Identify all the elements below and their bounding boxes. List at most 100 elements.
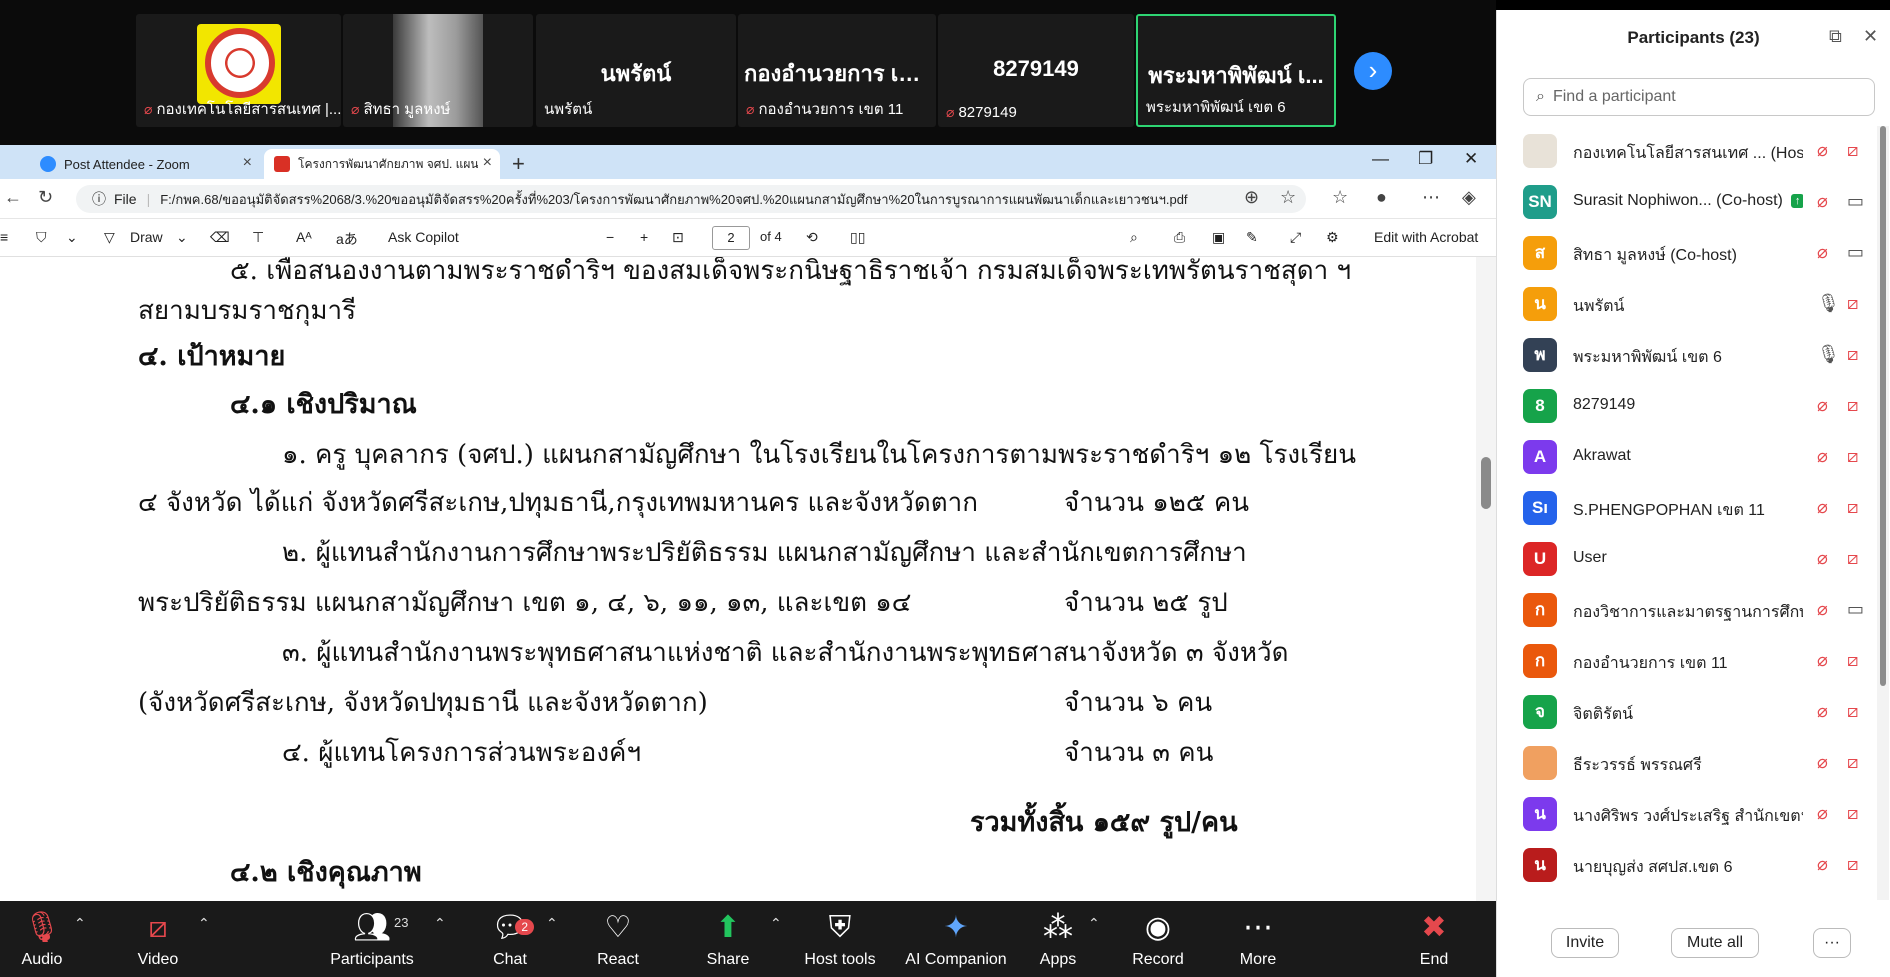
camera-off-icon[interactable]: ⧄ — [1847, 293, 1858, 314]
record-button[interactable]: ◉ Record — [1110, 909, 1206, 969]
chat-button[interactable]: 💬︎ 2 Chat — [462, 909, 558, 969]
participant-row[interactable]: ก กองอำนวยการ เขต 11 ⌀ ⧄ — [1497, 636, 1877, 687]
eraser-icon[interactable]: ⌫ — [210, 229, 230, 246]
camera-off-icon[interactable]: ⧄ — [1847, 803, 1858, 824]
zoom-in-button[interactable]: + — [640, 229, 648, 245]
tab-zoom[interactable]: Post Attendee - Zoom × — [30, 149, 260, 179]
menu-icon[interactable]: ≡ — [0, 229, 8, 245]
camera-off-icon[interactable]: ⧄ — [1847, 446, 1858, 467]
participant-row[interactable]: น นายบุญส่ง สศปส.เขต 6 ⌀ ⧄ — [1497, 840, 1877, 891]
mic-muted-icon[interactable]: ⌀ — [1817, 599, 1828, 620]
close-icon[interactable]: × — [483, 154, 492, 172]
chevron-up-icon[interactable]: ⌃ — [770, 915, 782, 932]
fit-page-icon[interactable]: ⊡ — [672, 229, 684, 246]
end-button[interactable]: ✖ End — [1386, 909, 1482, 969]
participant-row[interactable]: ก กองวิชาการและมาตรฐานการศึกษา ⌀ ▭ — [1497, 585, 1877, 636]
video-tile[interactable]: 8279149 ⌀ 8279149 — [938, 14, 1134, 127]
rotate-icon[interactable]: ⟲ — [806, 229, 818, 246]
chevron-up-icon[interactable]: ⌃ — [546, 915, 558, 932]
copilot-icon[interactable]: ◈ — [1462, 187, 1476, 208]
star-icon[interactable]: ☆ — [1280, 187, 1296, 208]
new-tab-icon[interactable]: + — [512, 151, 525, 177]
chevron-up-icon[interactable]: ⌃ — [74, 915, 86, 932]
mic-muted-icon[interactable]: ⌀ — [1817, 701, 1828, 722]
mic-muted-icon[interactable]: ⌀ — [1817, 191, 1828, 212]
camera-icon[interactable]: ▭ — [1847, 242, 1864, 263]
zoom-icon[interactable]: ⊕ — [1244, 187, 1259, 208]
host-tools-button[interactable]: ⛨ Host tools — [792, 909, 888, 969]
camera-off-icon[interactable]: ⧄ — [1847, 854, 1858, 875]
invite-button[interactable]: Invite — [1551, 928, 1619, 958]
menu-icon[interactable]: ⋯ — [1422, 187, 1440, 208]
video-tile-active-speaker[interactable]: พระมหาพิพัฒน์ เ... พระมหาพิพัฒน์ เขต 6 — [1136, 14, 1336, 127]
settings-icon[interactable]: ⚙ — [1326, 229, 1339, 246]
participant-row[interactable]: จ จิตติรัตน์ ⌀ ⧄ — [1497, 687, 1877, 738]
mic-muted-icon[interactable]: ⌀ — [1817, 752, 1828, 773]
back-icon[interactable]: ← — [4, 187, 22, 208]
profile-icon[interactable]: ● — [1376, 187, 1387, 208]
camera-off-icon[interactable]: ⧄ — [1847, 497, 1858, 518]
participant-row[interactable]: กองเทคโนโลยีสารสนเทศ ... (Host, me) ⌀ ⧄ — [1497, 126, 1877, 177]
mic-muted-icon[interactable]: ⌀ — [1817, 497, 1828, 518]
scroll-thumb[interactable] — [1880, 126, 1886, 686]
mic-muted-icon[interactable]: ⌀ — [1817, 854, 1828, 875]
video-button[interactable]: ⧄ Video — [110, 909, 206, 969]
fullscreen-icon[interactable]: ⤢ — [1290, 229, 1301, 246]
highlight-icon[interactable]: ⛉ — [36, 229, 47, 246]
mic-muted-icon[interactable]: ⌀ — [1817, 395, 1828, 416]
participant-row[interactable]: ธีระวรรธ์ พรรณศรี ⌀ ⧄ — [1497, 738, 1877, 789]
minimize-icon[interactable]: — — [1372, 149, 1389, 169]
camera-off-icon[interactable]: ⧄ — [1847, 650, 1858, 671]
page-view-icon[interactable]: ▯▯ — [850, 229, 865, 246]
participant-list-scrollbar[interactable] — [1877, 126, 1889, 900]
video-tile[interactable]: ⌀ สิทธา มูลหงษ์ — [343, 14, 533, 127]
camera-off-icon[interactable]: ⧄ — [1847, 344, 1858, 365]
save-icon[interactable]: ▣ — [1212, 229, 1225, 246]
more-button[interactable]: ⋯ More — [1210, 909, 1306, 969]
page-number-input[interactable]: 2 — [712, 226, 750, 250]
print-icon[interactable]: ⎙ — [1174, 229, 1185, 246]
mic-icon[interactable]: 🎙︎ — [1817, 293, 1840, 314]
participant-row[interactable]: พ พระมหาพิพัฒน์ เขต 6 🎙︎ ⧄ — [1497, 330, 1877, 381]
close-icon[interactable]: ✕ — [1863, 26, 1878, 47]
ai-companion-button[interactable]: ✦ AI Companion — [900, 909, 1012, 969]
react-button[interactable]: ♡ React — [570, 909, 666, 969]
chevron-up-icon[interactable]: ⌃ — [1088, 915, 1100, 932]
refresh-icon[interactable]: ↻ — [38, 187, 53, 208]
camera-off-icon[interactable]: ⧄ — [1847, 548, 1858, 569]
text-box-icon[interactable]: ⊤ — [252, 229, 264, 246]
share-button[interactable]: ⬆ Share — [680, 909, 776, 969]
edit-with-acrobat-button[interactable]: Edit with Acrobat — [1374, 229, 1478, 245]
chevron-down-icon[interactable]: ⌄ — [66, 229, 78, 246]
camera-icon[interactable]: ▭ — [1847, 599, 1864, 620]
maximize-icon[interactable]: ❐ — [1418, 149, 1433, 169]
pop-out-icon[interactable]: ⧉ — [1829, 26, 1842, 47]
mic-muted-icon[interactable]: ⌀ — [1817, 803, 1828, 824]
chevron-up-icon[interactable]: ⌃ — [434, 915, 446, 932]
mic-muted-icon[interactable]: ⌀ — [1817, 446, 1828, 467]
participant-row[interactable]: 8 8279149 ⌀ ⧄ — [1497, 381, 1877, 432]
sign-icon[interactable]: ✎ — [1246, 229, 1258, 246]
scroll-thumb[interactable] — [1481, 457, 1491, 509]
draw-icon[interactable]: ▽ — [104, 229, 115, 246]
chevron-down-icon[interactable]: ⌄ — [176, 229, 188, 246]
participant-row[interactable]: A Akrawat ⌀ ⧄ — [1497, 432, 1877, 483]
close-window-icon[interactable]: ✕ — [1464, 149, 1478, 169]
participant-row[interactable]: ส สิทธา มูลหงษ์ (Co-host) ⌀ ▭ — [1497, 228, 1877, 279]
participant-row[interactable]: U User ⌀ ⧄ — [1497, 534, 1877, 585]
participant-row[interactable]: น นพรัตน์ 🎙︎ ⧄ — [1497, 279, 1877, 330]
camera-off-icon[interactable]: ⧄ — [1847, 752, 1858, 773]
zoom-out-button[interactable]: − — [606, 229, 614, 245]
mic-icon[interactable]: 🎙︎ — [1817, 344, 1840, 365]
tab-pdf[interactable]: โครงการพัฒนาศักยภาพ จศป. แผนกส × — [264, 149, 500, 179]
mic-muted-icon[interactable]: ⌀ — [1817, 140, 1828, 161]
document-scrollbar[interactable] — [1476, 257, 1496, 901]
camera-off-icon[interactable]: ⧄ — [1847, 701, 1858, 722]
ask-copilot-button[interactable]: Ask Copilot — [388, 229, 459, 245]
camera-icon[interactable]: ▭ — [1847, 191, 1864, 212]
search-icon[interactable]: ⌕ — [1130, 229, 1138, 246]
chevron-right-icon[interactable]: › — [1354, 52, 1392, 90]
draw-button[interactable]: Draw — [130, 229, 163, 245]
video-tile[interactable]: กองอำนวยการ เข... ⌀ กองอำนวยการ เขต 11 — [738, 14, 936, 127]
mute-all-button[interactable]: Mute all — [1671, 928, 1759, 958]
